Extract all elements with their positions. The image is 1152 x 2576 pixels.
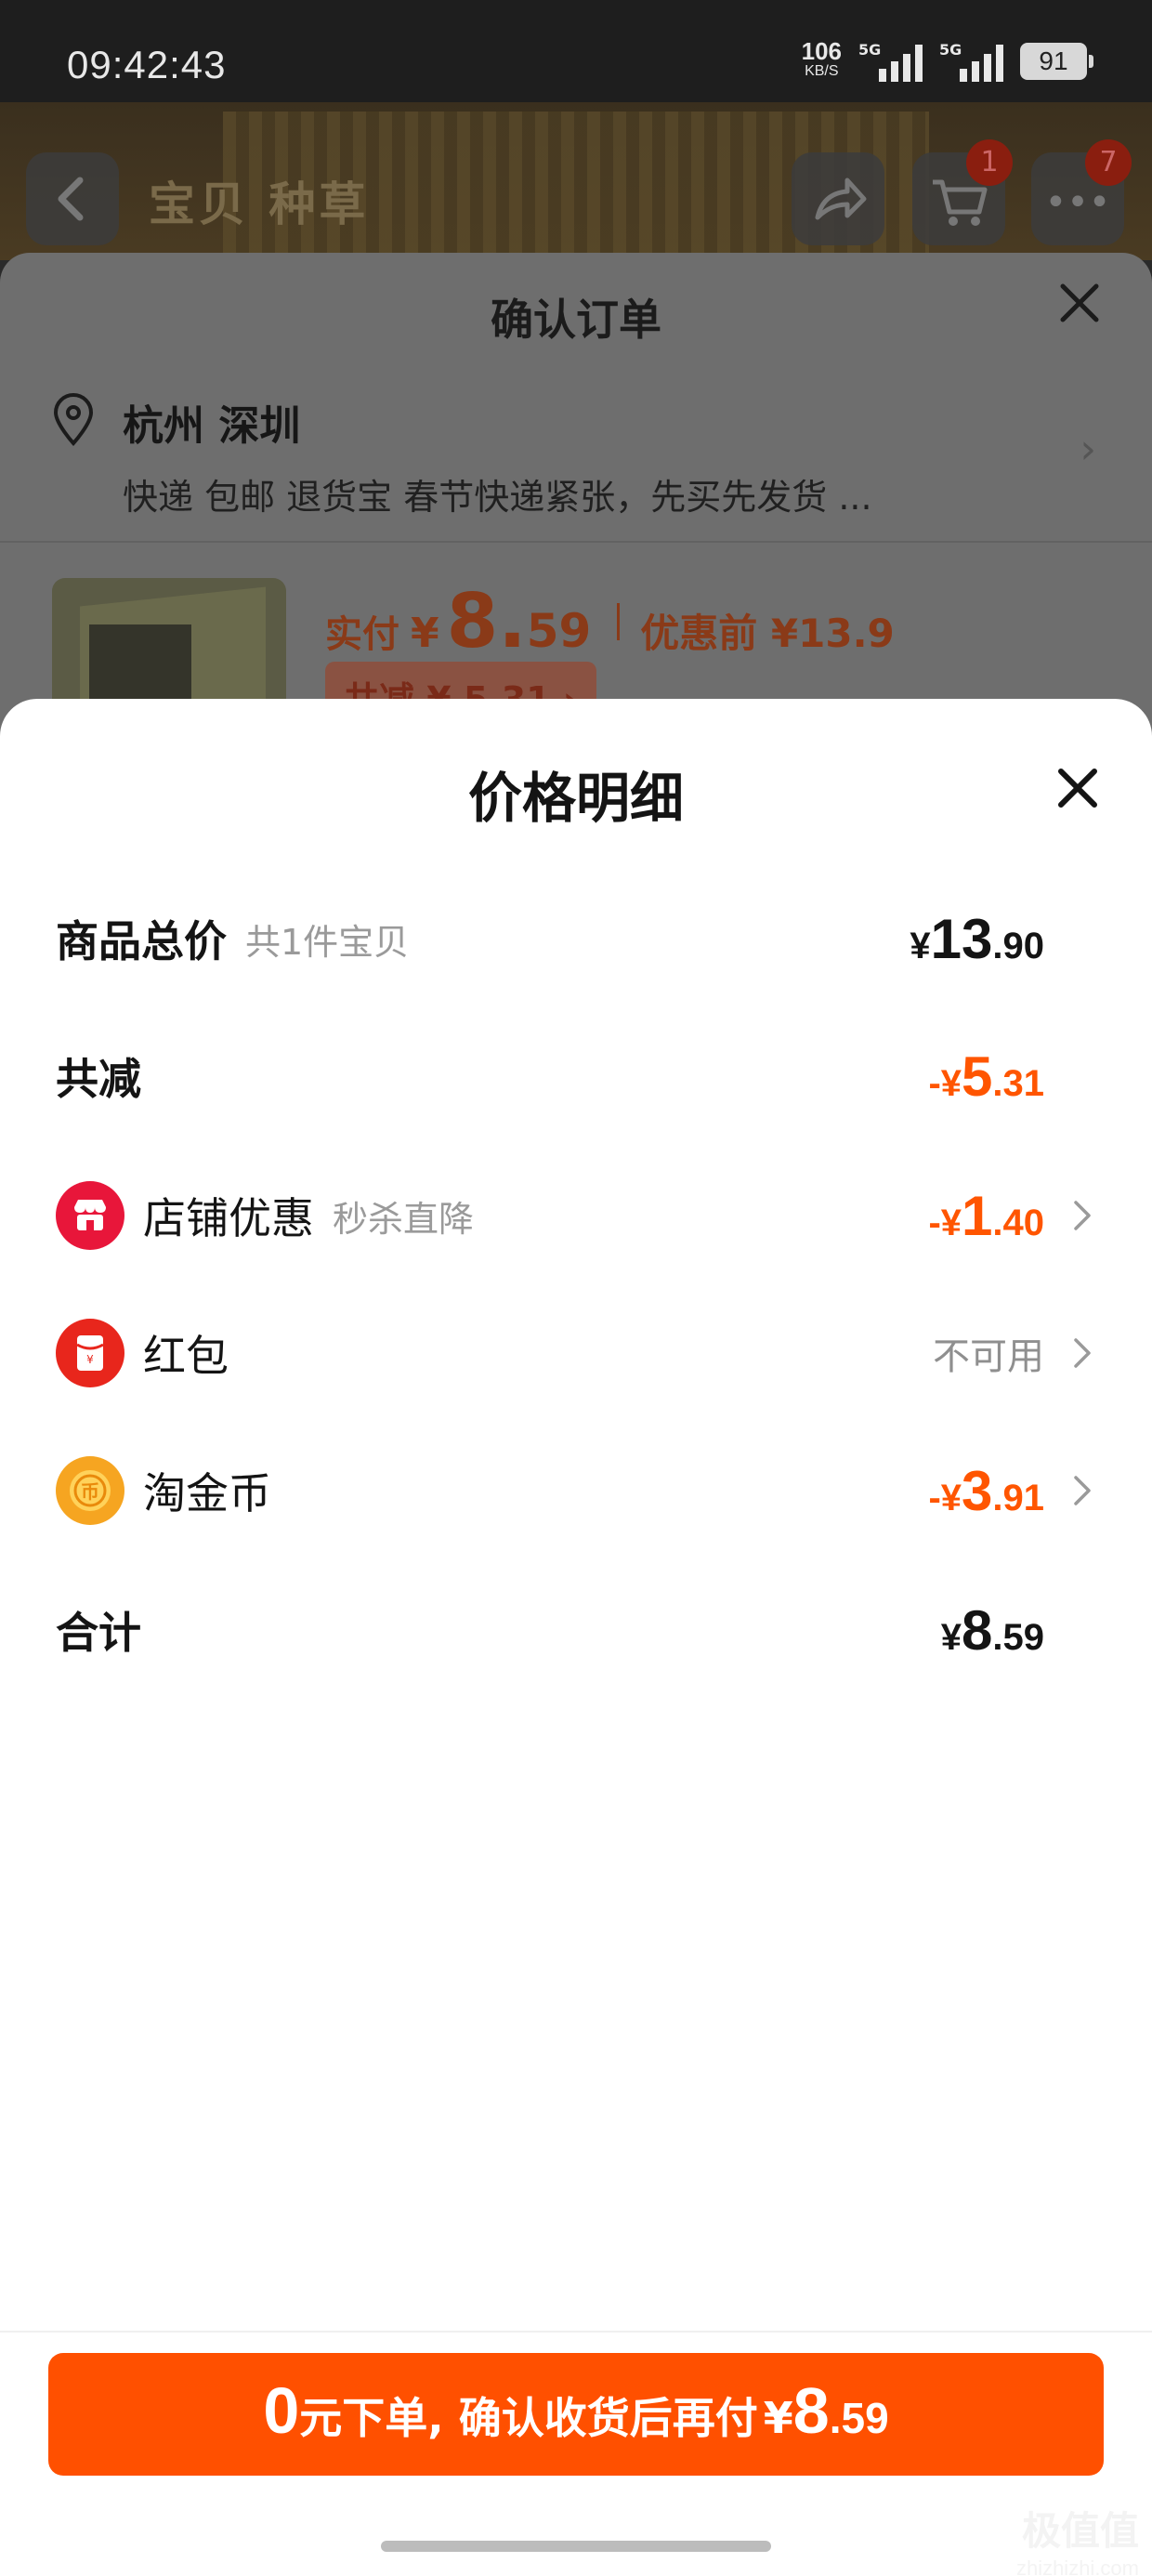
network-speed-unit: KB/S — [805, 63, 839, 79]
back-button[interactable] — [26, 152, 119, 245]
svg-text:币: 币 — [81, 1480, 99, 1503]
row-amount: ¥ 13 .90 — [910, 907, 1044, 971]
separator — [617, 602, 621, 640]
share-button[interactable] — [792, 152, 884, 245]
row-label: 商品总价 — [56, 916, 227, 966]
more-icon: ••• — [1044, 181, 1111, 224]
location-pin-icon — [53, 393, 94, 446]
row-label: 红包 — [143, 1331, 229, 1381]
row-label: 合计 — [56, 1608, 141, 1658]
chevron-right-icon — [1074, 1476, 1091, 1505]
signal-icon-sim2: 5G — [939, 41, 1003, 82]
paid-price-line: 实付 ¥ 8. 59 优惠前 ¥13.9 — [325, 578, 895, 664]
price-row-red-envelope[interactable]: ¥ 红包 不可用 — [56, 1307, 1096, 1400]
amount-currency: ¥ — [910, 925, 931, 966]
battery-icon: 91 — [1020, 43, 1093, 80]
price-row-gold-coins[interactable]: 币 淘金币 -¥ 3 .91 — [56, 1444, 1096, 1537]
amount-decimal: .90 — [992, 925, 1044, 966]
paid-currency: ¥ — [411, 610, 439, 657]
message-badge: 7 — [1085, 139, 1132, 186]
amount-currency: -¥ — [928, 1477, 962, 1518]
network-speed: 106 KB/S — [802, 39, 842, 82]
sheet-title: 价格明细 — [467, 767, 684, 830]
unavailable-status: 不可用 — [933, 1335, 1044, 1378]
amount-decimal: .59 — [992, 1616, 1044, 1658]
gold-coin-icon: 币 — [56, 1456, 124, 1525]
amount-currency: ¥ — [940, 1616, 962, 1658]
row-amount: ¥ 8 .59 — [941, 1598, 1044, 1663]
submit-amount-decimal: .59 — [829, 2394, 889, 2442]
watermark: 极值值 zhizhizhi.com — [1016, 2500, 1139, 2576]
paid-decimal: 59 — [526, 604, 592, 658]
confirm-order-sheet: 确认订单 杭州 深圳 快递 包邮 退货宝 春节快递紧张，先买先发货 ... › … — [0, 253, 1152, 736]
row-sublabel: 共1件宝贝 — [245, 921, 410, 963]
submit-text: 元下单, 确认收货后再付 — [299, 2393, 758, 2443]
price-detail-sheet: 价格明细 商品总价 共1件宝贝 ¥ 13 .90 共减 -¥ 5 .31 店铺优… — [0, 699, 1152, 2576]
amount-integer: 13 — [930, 907, 993, 970]
red-envelope-icon: ¥ — [56, 1319, 124, 1387]
price-row-total: 合计 ¥ 8 .59 — [56, 1584, 1096, 1676]
submit-amount-integer: 8 — [792, 2374, 830, 2447]
row-amount: -¥ 3 .91 — [928, 1459, 1044, 1523]
share-icon — [815, 177, 867, 220]
chevron-left-icon — [58, 177, 84, 221]
row-amount: -¥ 1 .40 — [928, 1184, 1044, 1248]
divider — [0, 2331, 1152, 2333]
cart-badge: 1 — [966, 139, 1013, 186]
amount-decimal: .91 — [992, 1477, 1044, 1518]
price-row-shop-discount[interactable]: 店铺优惠 秒杀直降 -¥ 1 .40 — [56, 1169, 1096, 1262]
original-price: 优惠前 ¥13.9 — [640, 611, 895, 656]
price-row-total-discount: 共减 -¥ 5 .31 — [56, 1030, 1096, 1123]
sim2-label: 5G — [939, 41, 962, 59]
order-close-button[interactable] — [1054, 277, 1106, 342]
status-icons: 106 KB/S 5G 5G 91 — [802, 39, 1093, 82]
status-time: 09:42:43 — [67, 43, 227, 86]
close-icon — [1058, 769, 1097, 808]
order-title: 确认订单 — [491, 295, 661, 345]
amount-currency: -¥ — [928, 1062, 962, 1104]
chevron-right-icon: › — [1080, 426, 1096, 473]
signal-icon-sim1: 5G — [858, 41, 923, 82]
more-button[interactable]: ••• 7 — [1031, 139, 1132, 245]
sim1-label: 5G — [858, 41, 882, 59]
svg-text:¥: ¥ — [86, 1353, 94, 1366]
close-icon — [1060, 283, 1099, 322]
paid-label: 实付 — [325, 613, 399, 656]
chevron-right-icon — [1074, 1338, 1091, 1368]
paid-integer: 8. — [446, 578, 527, 664]
chevron-right-icon — [1074, 1201, 1091, 1230]
amount-decimal: .40 — [992, 1202, 1044, 1243]
submit-zero: 0 — [263, 2374, 300, 2447]
divider — [0, 541, 1152, 543]
amount-currency: -¥ — [928, 1202, 962, 1243]
close-button[interactable] — [1052, 762, 1104, 814]
row-label: 共减 — [56, 1054, 141, 1104]
row-amount: -¥ 5 .31 — [928, 1045, 1044, 1109]
amount-integer: 5 — [962, 1045, 993, 1108]
watermark-url: zhizhizhi.com — [1015, 2556, 1139, 2576]
submit-order-button[interactable]: 0 元下单, 确认收货后再付 ¥ 8 .59 — [48, 2353, 1104, 2476]
product-tabs[interactable]: 宝贝 种草 — [149, 167, 369, 234]
amount-integer: 3 — [962, 1459, 993, 1522]
amount-decimal: .31 — [992, 1062, 1044, 1104]
row-sublabel: 秒杀直降 — [333, 1198, 475, 1240]
row-label: 店铺优惠 — [143, 1193, 314, 1243]
cart-button[interactable]: 1 — [912, 139, 1013, 245]
address-city[interactable]: 杭州 深圳 — [123, 392, 300, 452]
delivery-description: 快递 包邮 退货宝 春节快递紧张，先买先发货 ... — [123, 477, 872, 518]
amount-integer: 8 — [962, 1598, 993, 1662]
row-label: 淘金币 — [143, 1468, 271, 1518]
home-indicator[interactable] — [381, 2541, 771, 2552]
price-row-goods-total: 商品总价 共1件宝贝 ¥ 13 .90 — [56, 892, 1096, 985]
shop-icon — [56, 1181, 124, 1250]
submit-currency: ¥ — [763, 2393, 793, 2443]
amount-integer: 1 — [962, 1184, 993, 1247]
watermark-text: 极值值 — [1021, 2508, 1139, 2554]
